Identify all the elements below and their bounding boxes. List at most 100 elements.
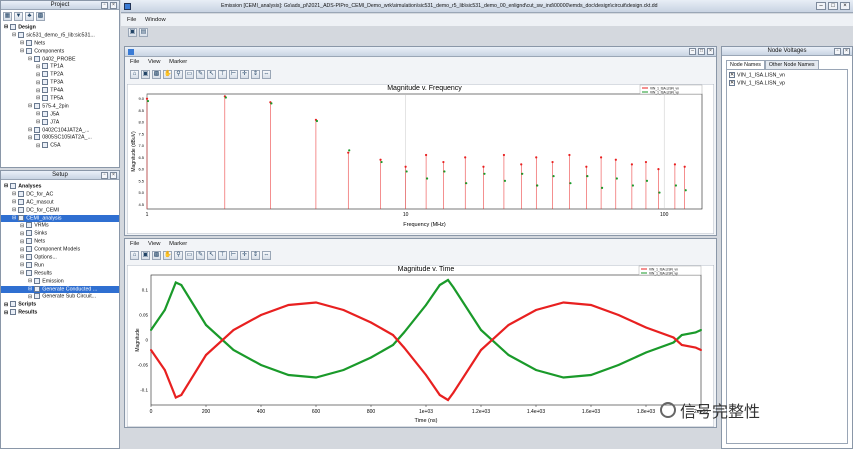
- menu-file[interactable]: File: [127, 17, 136, 23]
- pointer-icon[interactable]: ↖: [207, 70, 216, 79]
- minimize-icon[interactable]: –: [689, 48, 696, 55]
- expand-icon[interactable]: ⊟: [4, 183, 8, 189]
- setup-item[interactable]: ⊟ VRMs: [1, 222, 119, 230]
- expand-icon[interactable]: ⊟: [20, 48, 24, 54]
- save-layout-icon[interactable]: ▣: [128, 28, 137, 37]
- pan-icon[interactable]: ✋: [163, 70, 172, 79]
- expand-icon[interactable]: ⊟: [28, 103, 32, 109]
- home-icon[interactable]: ⌂: [130, 70, 139, 79]
- hmarker-icon[interactable]: ⇔: [262, 251, 271, 260]
- expand-icon[interactable]: ⊟: [12, 199, 16, 205]
- setup-item[interactable]: ⊟ AC_mascut: [1, 198, 119, 207]
- menu-window[interactable]: Window: [145, 17, 166, 23]
- expand-icon[interactable]: ⊟: [4, 310, 8, 316]
- setup-item[interactable]: ⊟ Options...: [1, 254, 119, 262]
- project-item[interactable]: ⊟ Components: [1, 47, 119, 56]
- restore-icon[interactable]: ▫: [101, 172, 108, 179]
- grid-icon[interactable]: ▩: [36, 12, 45, 21]
- project-item[interactable]: ⊟ Nets: [1, 39, 119, 48]
- expand-icon[interactable]: ⊟: [20, 239, 24, 245]
- expand-icon[interactable]: ⊟: [28, 278, 32, 284]
- setup-item[interactable]: ⊟ CEMI_analysis: [1, 214, 119, 223]
- project-item[interactable]: ⊟ TP4A: [1, 87, 119, 95]
- expand-icon[interactable]: ⊟: [4, 24, 8, 30]
- save-icon[interactable]: ▣: [141, 70, 150, 79]
- project-item[interactable]: ⊟ C5A: [1, 142, 119, 150]
- expand-icon[interactable]: ⊟: [36, 119, 40, 125]
- checkbox-icon[interactable]: ✕: [729, 79, 735, 86]
- plot-menu-marker[interactable]: Marker: [169, 241, 187, 247]
- pan-icon[interactable]: ✋: [163, 251, 172, 260]
- expand-icon[interactable]: ⊟: [12, 207, 16, 213]
- marker2-icon[interactable]: ⊢: [229, 251, 238, 260]
- node-item[interactable]: ✕ VIN_1_ISA.LISN_vp: [729, 79, 845, 88]
- expand-icon[interactable]: ⊟: [20, 231, 24, 237]
- project-item[interactable]: ⊟ J7A: [1, 118, 119, 127]
- setup-item[interactable]: ⊟ Nets: [1, 238, 119, 246]
- minimize-button[interactable]: –: [816, 2, 826, 10]
- project-item[interactable]: ⊟ TP3A: [1, 79, 119, 87]
- crosshair-icon[interactable]: ✛: [240, 70, 249, 79]
- expand-icon[interactable]: ⊟: [36, 64, 40, 70]
- expand-icon[interactable]: ⊟: [28, 286, 32, 292]
- expand-icon[interactable]: ⊟: [36, 88, 40, 94]
- pointer-icon[interactable]: ↖: [207, 251, 216, 260]
- close-icon[interactable]: ×: [110, 2, 117, 9]
- close-icon[interactable]: ×: [843, 48, 850, 55]
- expand-icon[interactable]: ⊟: [20, 40, 24, 46]
- close-icon[interactable]: ×: [707, 48, 714, 55]
- vmarker-icon[interactable]: ⇕: [251, 70, 260, 79]
- setup-item[interactable]: ⊟ Component Models: [1, 246, 119, 254]
- marker-icon[interactable]: ⊤: [218, 70, 227, 79]
- project-item[interactable]: ⊟ sic531_demo_r5_lib:sic531...: [1, 31, 119, 40]
- expand-icon[interactable]: ⊟: [28, 294, 32, 300]
- setup-item[interactable]: ⊟ Emission: [1, 277, 119, 286]
- expand-icon[interactable]: ⊟: [28, 135, 32, 141]
- save-icon[interactable]: ▣: [141, 251, 150, 260]
- plot-menu-view[interactable]: View: [148, 59, 160, 65]
- expand-icon[interactable]: ⊟: [36, 95, 40, 101]
- plot-menu-view[interactable]: View: [148, 241, 160, 247]
- project-item[interactable]: ⊟ 575-4_2pin: [1, 102, 119, 111]
- expand-icon[interactable]: ⊟: [20, 223, 24, 229]
- hmarker-icon[interactable]: ⇔: [262, 70, 271, 79]
- expand-icon[interactable]: ⊟: [20, 254, 24, 260]
- setup-item[interactable]: ⊟ DC_for_AC: [1, 190, 119, 199]
- checkbox-icon[interactable]: ✕: [729, 72, 735, 78]
- pen-icon[interactable]: ✎: [196, 251, 205, 260]
- image-icon[interactable]: ▤: [139, 28, 148, 37]
- setup-item[interactable]: ⊟ Scripts: [1, 301, 119, 309]
- setup-item[interactable]: ⊟ Results: [1, 269, 119, 278]
- project-item[interactable]: ⊟ TP5A: [1, 95, 119, 103]
- hierarchy-icon[interactable]: ♣: [25, 12, 34, 21]
- marker2-icon[interactable]: ⊢: [229, 70, 238, 79]
- project-item[interactable]: ⊟ TP1A: [1, 63, 119, 71]
- maximize-button[interactable]: □: [828, 2, 838, 10]
- close-button[interactable]: ×: [840, 2, 850, 10]
- crosshair-icon[interactable]: ✛: [240, 251, 249, 260]
- expand-icon[interactable]: ⊟: [20, 247, 24, 253]
- project-item[interactable]: ⊟ 0805SC105IAT2A_...: [1, 134, 119, 142]
- zoom-icon[interactable]: ⚲: [174, 70, 183, 79]
- restore-icon[interactable]: ▫: [834, 48, 841, 55]
- zoom-box-icon[interactable]: ▩: [152, 251, 161, 260]
- plot-menu-file[interactable]: File: [130, 59, 139, 65]
- expand-icon[interactable]: ⊟: [20, 262, 24, 268]
- setup-item[interactable]: ⊟ Run: [1, 261, 119, 270]
- project-item[interactable]: ⊟ 0402C104JAT2A_...: [1, 126, 119, 135]
- expand-icon[interactable]: ⊟: [12, 191, 16, 197]
- expand-icon[interactable]: ⊟: [36, 72, 40, 78]
- setup-item[interactable]: ⊟ DC_for_CEMI: [1, 206, 119, 215]
- close-icon[interactable]: ×: [110, 172, 117, 179]
- expand-icon[interactable]: ⊟: [28, 127, 32, 133]
- node-item[interactable]: ✕ VIN_1_ISA.LISN_vn: [729, 72, 845, 80]
- setup-item[interactable]: ⊟ Analyses: [1, 183, 119, 191]
- expand-icon[interactable]: ⊟: [20, 270, 24, 276]
- zoom-box-icon[interactable]: ▩: [152, 70, 161, 79]
- home-icon[interactable]: ⌂: [130, 251, 139, 260]
- setup-item[interactable]: ⊟ Sinks: [1, 230, 119, 238]
- expand-icon[interactable]: ⊟: [36, 111, 40, 117]
- vmarker-icon[interactable]: ⇕: [251, 251, 260, 260]
- rect-select-icon[interactable]: ▭: [185, 251, 194, 260]
- zoom-icon[interactable]: ⚲: [174, 251, 183, 260]
